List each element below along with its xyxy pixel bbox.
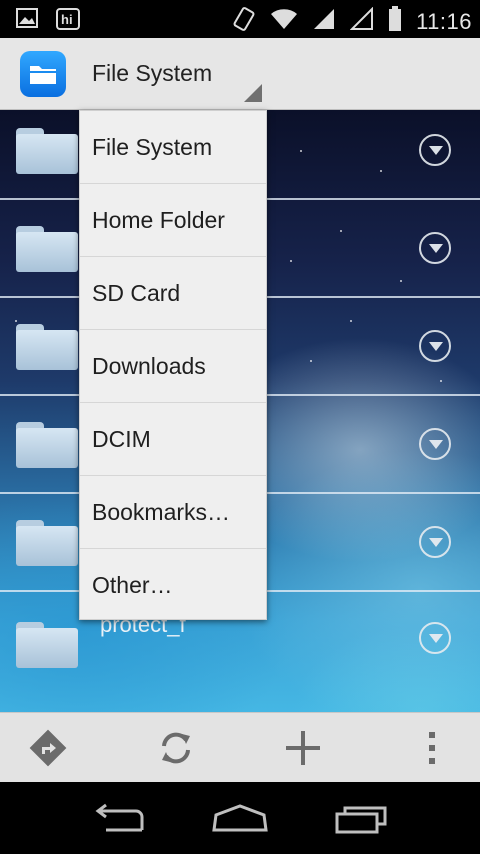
overflow-menu-icon bbox=[429, 732, 435, 764]
chevron-down-icon[interactable] bbox=[419, 526, 451, 558]
folder-icon bbox=[16, 128, 78, 174]
page-title: File System bbox=[92, 60, 213, 86]
chevron-down-icon[interactable] bbox=[419, 330, 451, 362]
chevron-down-icon[interactable] bbox=[419, 134, 451, 166]
dropdown-item-sd-card[interactable]: SD Card bbox=[80, 257, 266, 330]
location-dropdown-menu: File System Home Folder SD Card Download… bbox=[79, 110, 267, 620]
directions-icon bbox=[29, 729, 67, 767]
dropdown-item-home-folder[interactable]: Home Folder bbox=[80, 184, 266, 257]
bottom-toolbar bbox=[0, 712, 480, 782]
vibrate-icon bbox=[232, 6, 256, 37]
dropdown-item-other[interactable]: Other… bbox=[80, 549, 266, 622]
folder-app-icon[interactable] bbox=[20, 51, 66, 97]
svg-text:hi: hi bbox=[61, 12, 73, 27]
back-icon bbox=[95, 803, 144, 832]
folder-icon bbox=[16, 520, 78, 566]
folder-icon bbox=[16, 622, 78, 668]
hi-app-notification-icon: hi bbox=[56, 8, 80, 35]
battery-icon bbox=[388, 6, 402, 37]
signal-icon bbox=[312, 7, 336, 36]
dropdown-item-downloads[interactable]: Downloads bbox=[80, 330, 266, 403]
home-icon bbox=[212, 804, 268, 832]
folder-icon bbox=[16, 324, 78, 370]
spinner-triangle-icon bbox=[244, 84, 262, 102]
location-spinner[interactable]: File System bbox=[80, 38, 266, 110]
back-button[interactable] bbox=[60, 782, 180, 854]
directions-button[interactable] bbox=[8, 713, 88, 783]
chevron-down-icon[interactable] bbox=[419, 232, 451, 264]
dropdown-item-file-system[interactable]: File System bbox=[80, 111, 266, 184]
status-time: 11:16 bbox=[416, 8, 472, 34]
chevron-down-icon[interactable] bbox=[419, 622, 451, 654]
refresh-button[interactable] bbox=[136, 713, 216, 783]
add-button[interactable] bbox=[263, 713, 343, 783]
refresh-icon bbox=[162, 732, 190, 764]
add-icon bbox=[286, 731, 320, 765]
image-notification-icon bbox=[16, 8, 38, 35]
status-bar: hi 11:16 bbox=[0, 0, 480, 38]
folder-icon bbox=[16, 422, 78, 468]
wifi-icon bbox=[270, 8, 298, 35]
home-button[interactable] bbox=[180, 782, 300, 854]
navigation-bar bbox=[0, 782, 480, 854]
dropdown-item-bookmarks[interactable]: Bookmarks… bbox=[80, 476, 266, 549]
overflow-menu-button[interactable] bbox=[392, 713, 472, 783]
dropdown-item-dcim[interactable]: DCIM bbox=[80, 403, 266, 476]
recents-icon bbox=[335, 806, 387, 834]
recents-button[interactable] bbox=[302, 782, 422, 854]
action-bar: File System bbox=[0, 38, 480, 110]
chevron-down-icon[interactable] bbox=[419, 428, 451, 460]
signal-empty-icon bbox=[349, 6, 374, 36]
folder-icon bbox=[16, 226, 78, 272]
